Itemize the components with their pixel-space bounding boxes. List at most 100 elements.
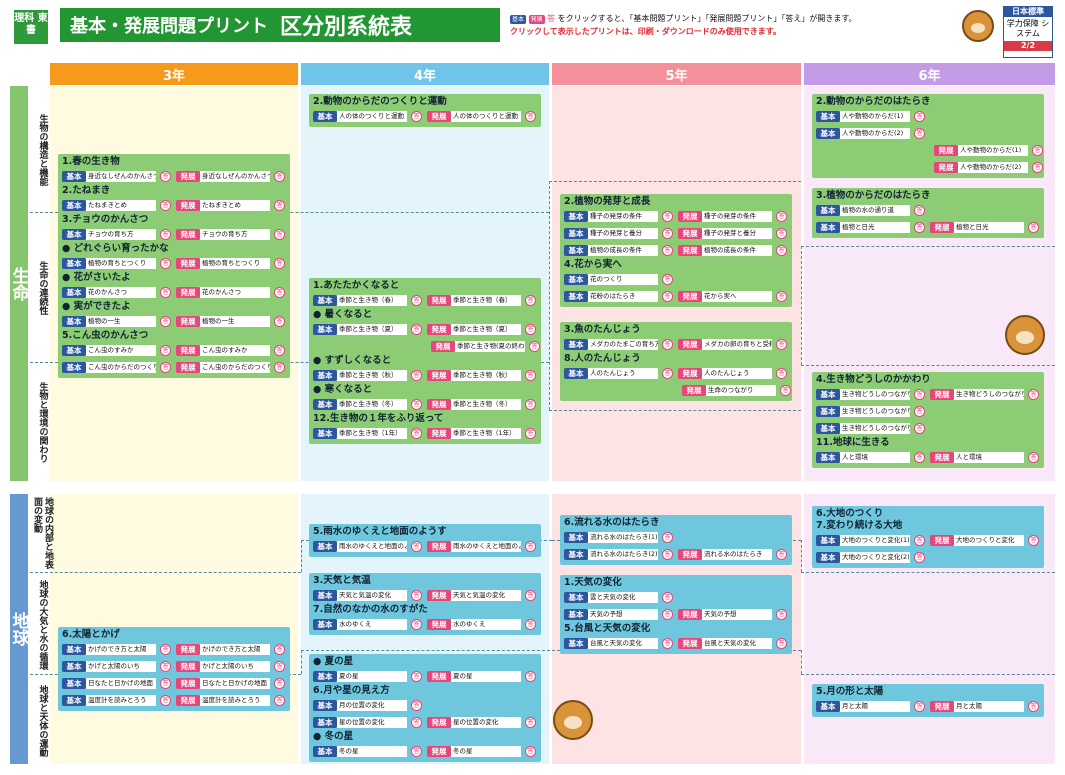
hatten-button[interactable]: 発展: [427, 619, 451, 630]
hatten-print-name[interactable]: 天気と気温の変化: [451, 590, 521, 601]
answer-button[interactable]: 答: [776, 291, 787, 302]
answer-button[interactable]: 答: [776, 609, 787, 620]
hatten-print-name[interactable]: 植物と日光: [954, 222, 1024, 233]
hatten-button[interactable]: 発展: [678, 228, 702, 239]
hatten-button[interactable]: 発展: [176, 200, 200, 211]
answer-button[interactable]: 答: [411, 700, 422, 711]
kihon-print-name[interactable]: 生き物どうしのつながり(2): [840, 406, 910, 417]
kihon-print-name[interactable]: 種子の発芽の条件: [588, 211, 658, 222]
answer-button[interactable]: 答: [160, 200, 171, 211]
kihon-print-name[interactable]: 日なたと日かげの地面: [86, 678, 156, 689]
kihon-button[interactable]: 基本: [313, 428, 337, 439]
answer-button[interactable]: 答: [914, 552, 925, 563]
hatten-button[interactable]: 発展: [427, 717, 451, 728]
kihon-print-name[interactable]: 星の位置の変化: [337, 717, 407, 728]
kihon-print-name[interactable]: 月の位置の変化: [337, 700, 407, 711]
kihon-print-name[interactable]: 雨水のゆくえと地面のようす: [337, 541, 407, 552]
answer-button[interactable]: 答: [274, 678, 285, 689]
hatten-print-name[interactable]: 生き物どうしのつながり: [954, 389, 1024, 400]
answer-button[interactable]: 答: [525, 428, 536, 439]
kihon-button[interactable]: 基本: [62, 695, 86, 706]
hatten-button[interactable]: 発展: [934, 145, 958, 156]
answer-button[interactable]: 答: [525, 746, 536, 757]
hatten-print-name[interactable]: こん虫のからだのつくり: [200, 362, 270, 373]
kihon-print-name[interactable]: 生き物どうしのつながり(1): [840, 389, 910, 400]
hatten-print-name[interactable]: 植物の育ちとつくり: [200, 258, 270, 269]
hatten-button[interactable]: 発展: [427, 428, 451, 439]
answer-button[interactable]: 答: [411, 295, 422, 306]
kihon-print-name[interactable]: 大地のつくりと変化(1): [840, 535, 910, 546]
hatten-button[interactable]: 発展: [678, 609, 702, 620]
hatten-print-name[interactable]: 日なたと日かげの地面: [200, 678, 270, 689]
kihon-print-name[interactable]: 種子の発芽と養分: [588, 228, 658, 239]
hatten-print-name[interactable]: 星の位置の変化: [451, 717, 521, 728]
hatten-print-name[interactable]: 花から実へ: [702, 291, 772, 302]
hatten-print-name[interactable]: 季節と生き物（1年）: [451, 428, 521, 439]
answer-button[interactable]: 答: [525, 590, 536, 601]
hatten-print-name[interactable]: 天気の予想: [702, 609, 772, 620]
hatten-button[interactable]: 発展: [930, 535, 954, 546]
hatten-button[interactable]: 発展: [176, 644, 200, 655]
kihon-button[interactable]: 基本: [564, 532, 588, 543]
hatten-button[interactable]: 発展: [176, 229, 200, 240]
answer-button[interactable]: 答: [411, 399, 422, 410]
hatten-print-name[interactable]: メダカの卵の育ちと受精卵: [702, 339, 772, 350]
answer-button[interactable]: 答: [776, 368, 787, 379]
kihon-print-name[interactable]: 花粉のはたらき: [588, 291, 658, 302]
answer-button[interactable]: 答: [274, 345, 285, 356]
answer-button[interactable]: 答: [662, 245, 673, 256]
answer-button[interactable]: 答: [274, 644, 285, 655]
answer-button[interactable]: 答: [914, 205, 925, 216]
kihon-print-name[interactable]: メダカのたまごの育ち方: [588, 339, 658, 350]
kihon-print-name[interactable]: 身近なしぜんのかんさつ: [86, 171, 156, 182]
kihon-button[interactable]: 基本: [62, 316, 86, 327]
kihon-button[interactable]: 基本: [62, 678, 86, 689]
hatten-print-name[interactable]: 温度計を読みとろう: [200, 695, 270, 706]
answer-button[interactable]: 答: [411, 746, 422, 757]
kihon-button[interactable]: 基本: [564, 228, 588, 239]
kihon-print-name[interactable]: 植物の成長の条件: [588, 245, 658, 256]
hatten-print-name[interactable]: 植物の一生: [200, 316, 270, 327]
kihon-button[interactable]: 基本: [313, 324, 337, 335]
answer-button[interactable]: 答: [274, 200, 285, 211]
kihon-print-name[interactable]: チョウの育ち方: [86, 229, 156, 240]
answer-button[interactable]: 答: [160, 695, 171, 706]
answer-button[interactable]: 答: [525, 295, 536, 306]
answer-button[interactable]: 答: [662, 228, 673, 239]
hatten-button[interactable]: 発展: [176, 678, 200, 689]
answer-button[interactable]: 答: [662, 609, 673, 620]
answer-button[interactable]: 答: [411, 619, 422, 630]
kihon-print-name[interactable]: こん虫のからだのつくり: [86, 362, 156, 373]
kihon-print-name[interactable]: たねまきとめ: [86, 200, 156, 211]
answer-button[interactable]: 答: [160, 171, 171, 182]
kihon-button[interactable]: 基本: [564, 245, 588, 256]
answer-button[interactable]: 答: [160, 644, 171, 655]
hatten-print-name[interactable]: 水のゆくえ: [451, 619, 521, 630]
answer-button[interactable]: 答: [914, 452, 925, 463]
answer-button[interactable]: 答: [914, 423, 925, 434]
answer-button[interactable]: 答: [662, 339, 673, 350]
kihon-button[interactable]: 基本: [564, 592, 588, 603]
kihon-button[interactable]: 基本: [313, 541, 337, 552]
answer-button[interactable]: 答: [160, 258, 171, 269]
hatten-button[interactable]: 発展: [678, 291, 702, 302]
kihon-button[interactable]: 基本: [313, 295, 337, 306]
hatten-button[interactable]: 発展: [176, 171, 200, 182]
kihon-print-name[interactable]: 季節と生き物（春）: [337, 295, 407, 306]
hatten-button[interactable]: 発展: [427, 746, 451, 757]
kihon-button[interactable]: 基本: [313, 717, 337, 728]
kihon-button[interactable]: 基本: [62, 362, 86, 373]
kihon-print-name[interactable]: 冬の星: [337, 746, 407, 757]
answer-button[interactable]: 答: [411, 671, 422, 682]
kihon-button[interactable]: 基本: [816, 535, 840, 546]
answer-button[interactable]: 答: [274, 171, 285, 182]
hatten-print-name[interactable]: 種子の発芽と養分: [702, 228, 772, 239]
answer-button[interactable]: 答: [1028, 452, 1039, 463]
hatten-button[interactable]: 発展: [427, 399, 451, 410]
kihon-button[interactable]: 基本: [313, 671, 337, 682]
hatten-print-name[interactable]: 種子の発芽の条件: [702, 211, 772, 222]
kihon-print-name[interactable]: 天気と気温の変化: [337, 590, 407, 601]
kihon-print-name[interactable]: 植物の育ちとつくり: [86, 258, 156, 269]
answer-button[interactable]: 答: [525, 111, 536, 122]
answer-button[interactable]: 答: [776, 211, 787, 222]
